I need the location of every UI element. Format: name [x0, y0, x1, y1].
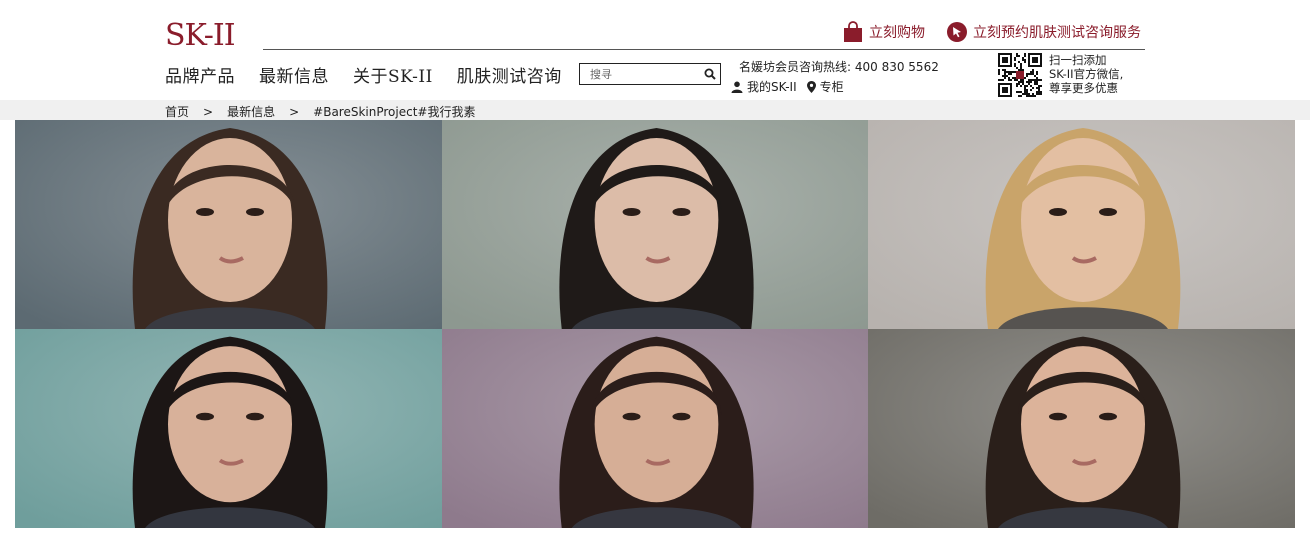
portrait-tile[interactable]	[15, 120, 442, 329]
portrait-gallery	[15, 120, 1295, 528]
qr-promo-text: 扫一扫添加 SK-II官方微信, 尊享更多优惠	[1049, 53, 1123, 95]
cursor-badge-icon	[947, 22, 967, 42]
counter-label: 专柜	[819, 80, 844, 94]
search-input[interactable]	[590, 67, 698, 81]
breadcrumb: 首页 > 最新信息 > #BareSkinProject#我行我素	[165, 103, 475, 120]
portrait-image	[15, 120, 442, 329]
nav-item-news[interactable]: 最新信息	[259, 62, 329, 87]
search-box	[579, 63, 721, 85]
logo-text: SK-II	[165, 18, 235, 50]
book-consultation-link[interactable]: 立刻预约肌肤测试咨询服务	[947, 20, 1141, 44]
counter-link[interactable]: 专柜	[806, 78, 844, 95]
breadcrumb-home[interactable]: 首页	[165, 103, 189, 120]
portrait-image	[868, 120, 1295, 329]
member-hotline: 名媛坊会员咨询热线: 400 830 5562	[739, 60, 939, 74]
shopping-bag-icon	[843, 21, 863, 43]
nav-item-skin-consultation[interactable]: 肌肤测试咨询	[457, 62, 562, 87]
portrait-tile[interactable]	[868, 329, 1295, 528]
search-icon[interactable]	[704, 68, 716, 80]
account-links: 我的SK-II 专柜	[731, 78, 854, 95]
breadcrumb-separator: >	[203, 104, 214, 119]
main-nav: 品牌产品 最新信息 关于SK-II 肌肤测试咨询	[165, 62, 586, 87]
breadcrumb-news[interactable]: 最新信息	[227, 103, 275, 120]
user-icon	[731, 81, 743, 93]
shop-now-label: 立刻购物	[869, 25, 925, 41]
portrait-image	[442, 329, 868, 528]
portrait-tile[interactable]	[442, 329, 868, 528]
my-skii-label: 我的SK-II	[747, 80, 797, 94]
qr-promo-line-2: SK-II官方微信,	[1049, 67, 1124, 81]
nav-item-about[interactable]: 关于SK-II	[353, 62, 433, 87]
location-pin-icon	[806, 80, 816, 93]
qr-promo-line-1: 扫一扫添加	[1049, 53, 1107, 67]
portrait-image	[442, 120, 868, 329]
portrait-tile[interactable]	[442, 120, 868, 329]
wechat-qr-code	[998, 53, 1042, 97]
nav-item-products[interactable]: 品牌产品	[165, 62, 235, 87]
portrait-tile[interactable]	[868, 120, 1295, 329]
shop-now-link[interactable]: 立刻购物	[843, 20, 925, 44]
my-skii-link[interactable]: 我的SK-II	[731, 78, 797, 95]
qr-promo-line-3: 尊享更多优惠	[1049, 81, 1118, 95]
header-divider	[263, 49, 1145, 50]
sk-ii-logo[interactable]: SK-II	[165, 14, 241, 50]
breadcrumb-current: #BareSkinProject#我行我素	[313, 105, 476, 119]
portrait-tile[interactable]	[15, 329, 442, 528]
portrait-image	[15, 329, 442, 528]
breadcrumb-separator: >	[289, 104, 300, 119]
portrait-image	[868, 329, 1295, 528]
book-consultation-label: 立刻预约肌肤测试咨询服务	[973, 25, 1141, 41]
